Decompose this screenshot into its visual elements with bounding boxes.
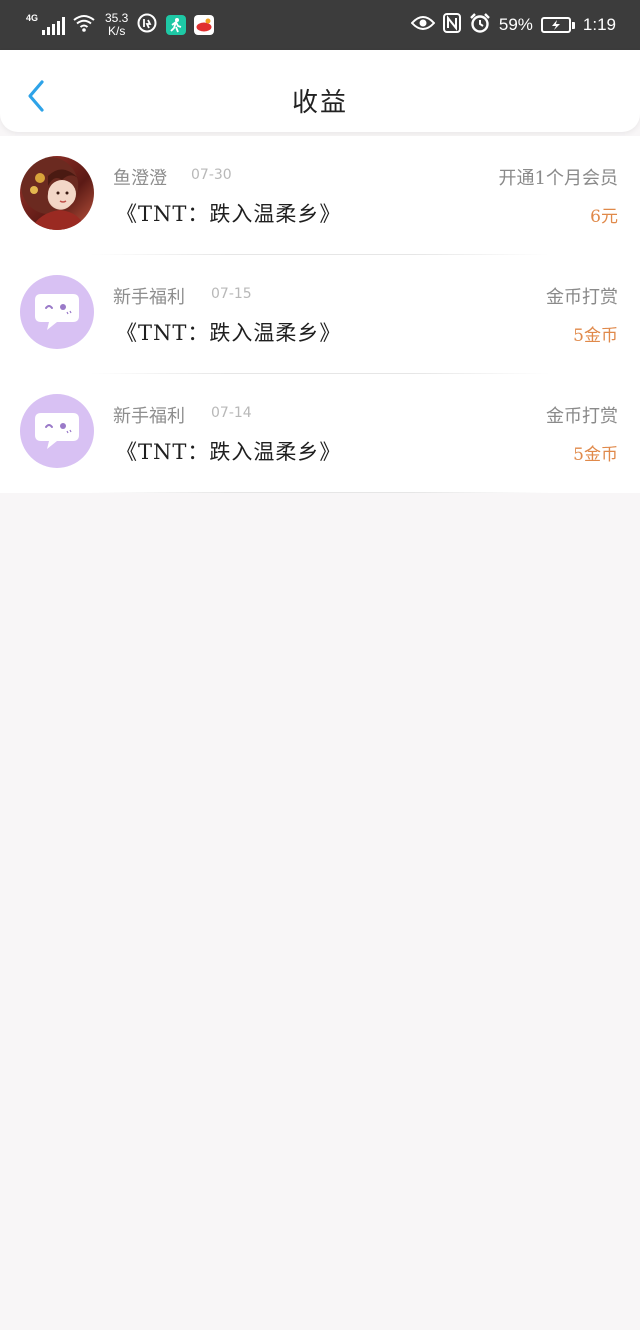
sina-app-icon — [194, 15, 215, 35]
record-type: 开通1个月会员 — [498, 168, 618, 189]
network-speed: 35.3 K/s — [105, 12, 128, 38]
earnings-list: 鱼澄澄 07-30 《TNT：跌入温柔乡》 开通1个月会员 6元 新手福利 07… — [0, 136, 640, 493]
record-amount: 6元 — [590, 207, 618, 227]
divider — [90, 492, 550, 493]
chat-bubble-icon — [20, 275, 94, 349]
record-date: 07-15 — [211, 286, 252, 302]
record-amount: 5金币 — [573, 326, 618, 346]
data-saver-icon — [136, 12, 158, 39]
wifi-icon — [73, 14, 95, 37]
earning-record[interactable]: 新手福利 07-14 《TNT：跌入温柔乡》 金币打赏 5金币 — [0, 374, 640, 493]
record-book-title: 《TNT：跌入温柔乡》 — [116, 440, 342, 464]
app-header: 收益 — [0, 50, 640, 132]
record-book-title: 《TNT：跌入温柔乡》 — [116, 321, 342, 345]
record-type: 金币打赏 — [546, 287, 618, 308]
nfc-icon — [442, 12, 461, 38]
clock: 1:19 — [582, 15, 616, 34]
status-bar-right: 59% 1:19 — [410, 12, 616, 39]
chat-bubble-icon — [20, 394, 94, 468]
status-bar: 4G 35.3 K/s 59% 1:19 — [0, 0, 640, 50]
record-amount: 5金币 — [573, 445, 618, 465]
eye-comfort-icon — [410, 15, 436, 36]
user-avatar — [20, 156, 94, 230]
page-title: 收益 — [291, 88, 348, 118]
record-source-name: 新手福利 — [113, 287, 185, 308]
record-date: 07-14 — [211, 405, 252, 421]
record-source-name: 鱼澄澄 — [113, 168, 167, 189]
battery-percent: 59% — [498, 15, 533, 34]
earning-record[interactable]: 鱼澄澄 07-30 《TNT：跌入温柔乡》 开通1个月会员 6元 — [0, 136, 640, 255]
battery-charging-icon — [540, 17, 575, 33]
network-speed-unit: K/s — [108, 24, 126, 38]
cellular-signal-icon: 4G — [26, 13, 65, 35]
fitness-app-icon — [166, 15, 187, 35]
record-book-title: 《TNT：跌入温柔乡》 — [116, 202, 342, 226]
record-type: 金币打赏 — [546, 406, 618, 427]
earning-record[interactable]: 新手福利 07-15 《TNT：跌入温柔乡》 金币打赏 5金币 — [0, 255, 640, 374]
record-source-name: 新手福利 — [113, 406, 185, 427]
alarm-icon — [469, 12, 491, 39]
network-type-label: 4G — [26, 13, 39, 23]
record-date: 07-30 — [191, 167, 232, 183]
status-bar-left: 4G 35.3 K/s — [26, 12, 215, 39]
